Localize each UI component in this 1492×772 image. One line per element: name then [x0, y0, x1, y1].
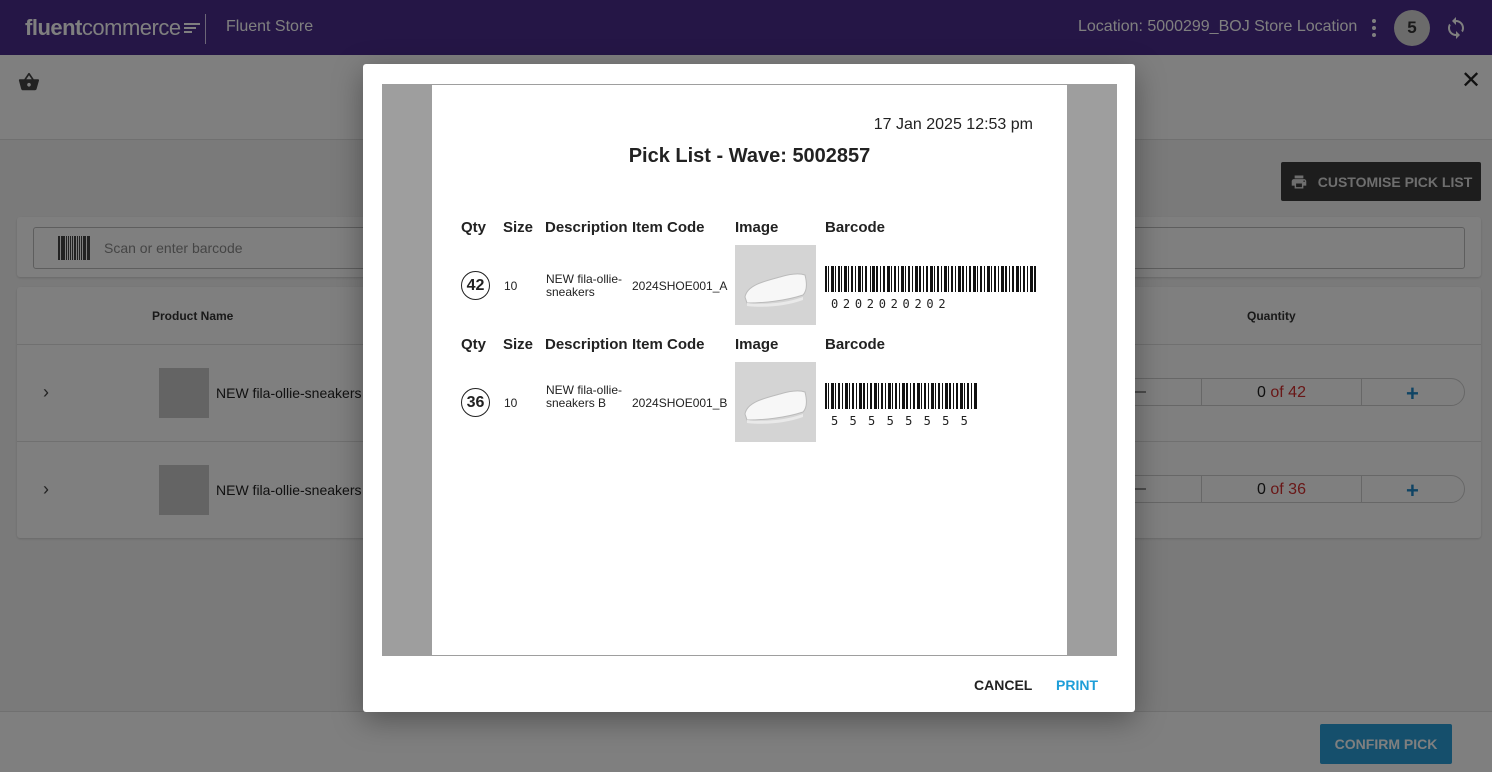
item-qty-badge: 36: [461, 388, 490, 417]
item-code: 2024SHOE001_B: [632, 396, 728, 410]
item-barcode: 55555555: [825, 383, 979, 428]
barcode-bars: [825, 383, 977, 409]
header-item-code: Item Code: [632, 336, 705, 353]
print-button[interactable]: PRINT: [1056, 677, 1098, 693]
header-item-code: Item Code: [632, 219, 705, 236]
print-preview-area: 17 Jan 2025 12:53 pm Pick List - Wave: 5…: [382, 84, 1117, 656]
header-description: Description: [545, 336, 628, 353]
header-barcode: Barcode: [825, 336, 886, 353]
header-qty: Qty: [461, 219, 487, 236]
item-size: 10: [504, 279, 518, 293]
header-size: Size: [503, 219, 534, 236]
pick-list-page: 17 Jan 2025 12:53 pm Pick List - Wave: 5…: [432, 85, 1067, 655]
header-barcode: Barcode: [825, 219, 886, 236]
cancel-button[interactable]: CANCEL: [974, 677, 1032, 693]
print-preview-dialog: 17 Jan 2025 12:53 pm Pick List - Wave: 5…: [363, 64, 1135, 712]
item-image: [735, 245, 816, 325]
header-qty: Qty: [461, 336, 487, 353]
pick-list-title: Pick List - Wave: 5002857: [628, 145, 871, 167]
barcode-digits: 0202020202: [831, 297, 951, 311]
item-description: NEW fila-ollie-sneakers: [546, 272, 623, 299]
header-image: Image: [735, 336, 779, 353]
barcode-bars: [825, 266, 1036, 292]
item-code: 2024SHOE001_A: [632, 279, 728, 293]
item-barcode: 0202020202: [825, 266, 1037, 311]
item-description: NEW fila-ollie-sneakers B: [546, 383, 623, 410]
item-image: [735, 362, 816, 442]
barcode-digits: 55555555: [831, 414, 980, 428]
item-qty-badge: 42: [461, 271, 490, 300]
pick-list-date: 17 Jan 2025 12:53 pm: [873, 116, 1033, 133]
item-size: 10: [504, 396, 518, 410]
header-size: Size: [503, 336, 534, 353]
header-image: Image: [735, 219, 779, 236]
header-description: Description: [545, 219, 628, 236]
